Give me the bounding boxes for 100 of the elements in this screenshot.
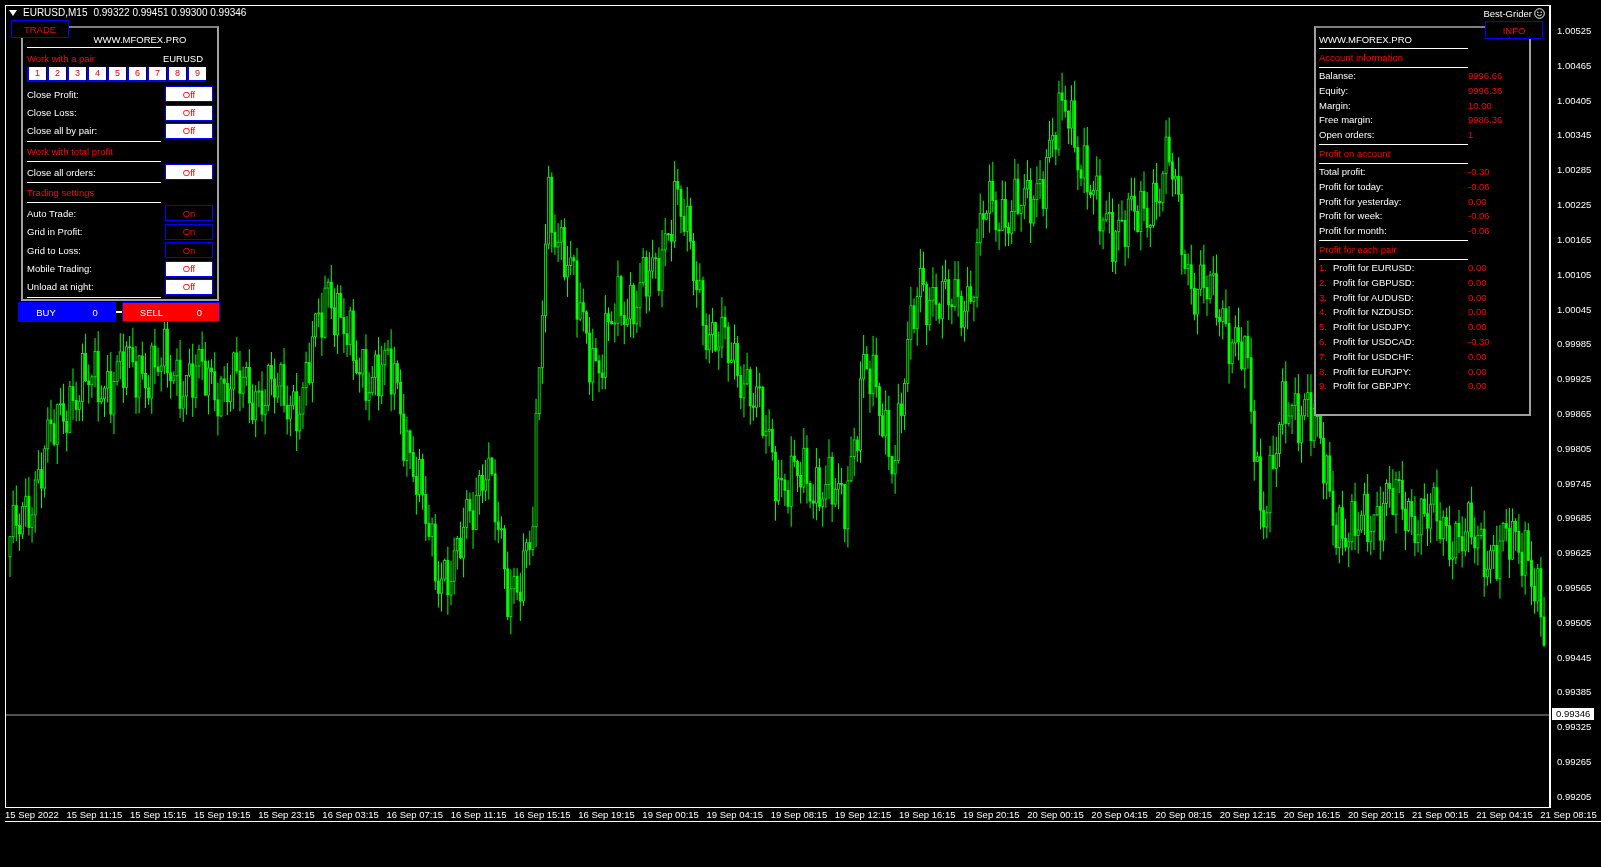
info-label: Profit for USDJPY: xyxy=(1333,320,1412,335)
info-value: -0.30 xyxy=(1468,165,1491,179)
section-heading: Trading settings xyxy=(27,186,96,201)
price-label: 0.99985 xyxy=(1557,338,1593,351)
time-label: 15 Sep 2022 xyxy=(5,808,59,821)
time-label: 20 Sep 20:15 xyxy=(1347,808,1405,821)
time-label: 16 Sep 03:15 xyxy=(322,808,379,821)
toggle-button[interactable]: On xyxy=(165,205,213,222)
pair-button[interactable]: 1 xyxy=(27,66,46,82)
info-value: 0.00 xyxy=(1468,305,1488,320)
chart-symbol: EURUSD,M15 xyxy=(23,7,88,18)
toggle-button[interactable]: Off xyxy=(165,122,213,139)
price-label: 0.99385 xyxy=(1557,686,1593,699)
time-label: 20 Sep 00:15 xyxy=(1027,808,1084,821)
price-label: 0.99805 xyxy=(1557,442,1593,455)
toggle-button[interactable]: Off xyxy=(165,278,213,295)
price-label: 1.00285 xyxy=(1557,164,1593,177)
pair-button[interactable]: 2 xyxy=(47,66,66,82)
price-label: 0.99925 xyxy=(1557,373,1593,386)
setting-label: Mobile Trading: xyxy=(27,263,92,275)
info-label: Profit for EURUSD: xyxy=(1333,260,1415,275)
time-label: 15 Sep 23:15 xyxy=(258,808,315,821)
price-label: 1.00525 xyxy=(1557,25,1593,37)
price-label: 1.00405 xyxy=(1557,94,1593,107)
info-label: Profit for USDCAD: xyxy=(1333,334,1415,349)
toggle-button[interactable]: Off xyxy=(165,86,213,103)
price-label: 1.00465 xyxy=(1557,59,1593,72)
pair-button[interactable]: 5 xyxy=(107,66,126,82)
price-label: 0.99205 xyxy=(1557,790,1593,803)
row-index: 7. xyxy=(1319,349,1328,364)
info-value: 0.00 xyxy=(1468,364,1488,379)
info-value: 0.00 xyxy=(1468,194,1488,209)
time-label: 15 Sep 19:15 xyxy=(194,808,251,821)
smiley-icon xyxy=(1534,8,1545,19)
section-heading: Work with a pair xyxy=(27,51,95,66)
expert-name: Best-Grider xyxy=(1483,8,1532,19)
row-index: 8. xyxy=(1319,364,1328,379)
pair-button[interactable]: 7 xyxy=(147,66,166,82)
row-index: 2. xyxy=(1319,275,1328,290)
info-value: 9986.36 xyxy=(1468,113,1504,128)
row-index: 5. xyxy=(1319,320,1328,335)
time-label: 21 Sep 00:15 xyxy=(1412,808,1469,821)
info-value: -0.30 xyxy=(1468,334,1491,349)
price-label: 0.99865 xyxy=(1557,407,1593,420)
toggle-button[interactable]: Off xyxy=(165,104,213,121)
dropdown-triangle-icon[interactable] xyxy=(9,9,17,16)
trade-tab[interactable]: TRADE xyxy=(11,20,69,38)
price-label: 1.00345 xyxy=(1557,129,1593,142)
info-label: Profit for NZDUSD: xyxy=(1333,305,1414,320)
price-label: 1.00225 xyxy=(1557,199,1593,212)
info-label: Total profit: xyxy=(1319,165,1366,179)
chart-quotes: 0.99322 0.99451 0.99300 0.99346 xyxy=(93,7,247,18)
info-value: -0.06 xyxy=(1468,224,1491,239)
time-label: 20 Sep 12:15 xyxy=(1219,808,1277,821)
buy-button[interactable]: BUY 0 xyxy=(18,302,116,322)
toggle-button[interactable]: Off xyxy=(165,260,213,277)
info-value: 0.00 xyxy=(1468,260,1488,275)
pair-button[interactable]: 6 xyxy=(127,66,146,82)
row-index: 1. xyxy=(1319,260,1328,275)
price-label: 0.99625 xyxy=(1557,547,1593,560)
toggle-button[interactable]: On xyxy=(165,223,213,240)
info-label: Profit for yesterday: xyxy=(1319,194,1402,209)
row-index: 3. xyxy=(1319,290,1328,305)
info-value: 1 xyxy=(1468,128,1475,143)
section-heading: Work with total profit xyxy=(27,145,114,159)
price-label: 0.99265 xyxy=(1557,756,1593,769)
row-index: 4. xyxy=(1319,305,1328,320)
pair-button[interactable]: 8 xyxy=(167,66,186,82)
info-label: Profit for GBPJPY: xyxy=(1333,379,1412,394)
info-value: 0.00 xyxy=(1468,349,1488,364)
time-label: 15 Sep 11:15 xyxy=(66,808,123,821)
price-label: 0.99505 xyxy=(1557,616,1593,629)
pair-button[interactable]: 4 xyxy=(87,66,106,82)
setting-label: Close all orders: xyxy=(27,166,96,178)
time-label: 19 Sep 16:15 xyxy=(898,808,956,821)
info-value: -0.06 xyxy=(1468,209,1491,224)
time-label: 20 Sep 08:15 xyxy=(1155,808,1212,821)
time-label: 21 Sep 08:15 xyxy=(1540,808,1597,821)
info-tab[interactable]: INFO xyxy=(1485,21,1543,39)
toggle-button[interactable]: Off xyxy=(165,164,213,181)
row-index: 9. xyxy=(1319,379,1328,394)
info-label: Profit for AUDUSD: xyxy=(1333,290,1414,305)
price-label: 0.99745 xyxy=(1557,477,1593,490)
section-heading: Account information xyxy=(1319,51,1404,65)
info-value: 9996.36 xyxy=(1468,83,1504,98)
info-label: Open orders: xyxy=(1319,128,1375,143)
toggle-button[interactable]: On xyxy=(165,242,213,259)
info-label: Profit for week: xyxy=(1319,209,1383,224)
time-label: 21 Sep 04:15 xyxy=(1476,808,1533,821)
price-label: 0.99445 xyxy=(1557,651,1593,664)
time-label: 19 Sep 08:15 xyxy=(770,808,828,821)
info-value: 9996.66 xyxy=(1468,69,1504,83)
setting-label: Close all by pair: xyxy=(27,125,98,137)
section-heading: Profit for each pair xyxy=(1319,242,1398,257)
pair-button[interactable]: 3 xyxy=(67,66,86,82)
price-label: 1.00165 xyxy=(1557,233,1593,246)
pair-button[interactable]: 9 xyxy=(187,66,206,82)
sell-button[interactable]: SELL 0 xyxy=(122,302,220,322)
setting-label: Unload at night: xyxy=(27,281,94,293)
info-value: 0.00 xyxy=(1468,320,1488,335)
